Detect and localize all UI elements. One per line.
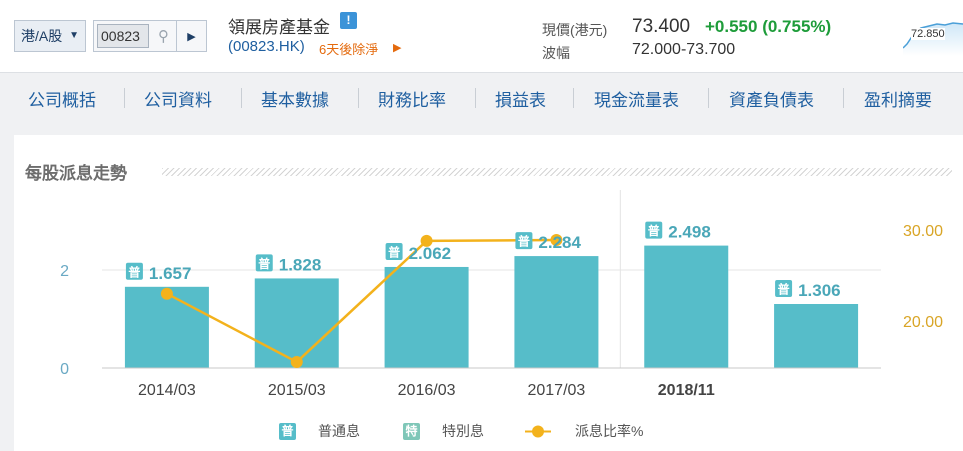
regular-dividend-badge-label: 普 xyxy=(128,264,140,279)
y-right-tick-label: 20.00 xyxy=(903,314,943,331)
nav-item-earnings-summary[interactable]: 盈利摘要 xyxy=(864,86,932,111)
data-label: 2.062 xyxy=(409,244,452,263)
legend-ratio-label: 派息比率% xyxy=(575,423,644,439)
price-value: 73.400 xyxy=(632,16,691,37)
info-icon[interactable]: ! xyxy=(340,12,357,29)
y-right-tick-label: 30.00 xyxy=(903,223,943,240)
y-left-tick-label: 0 xyxy=(60,361,69,378)
regular-dividend-badge-label: 普 xyxy=(388,244,400,259)
dividend-chart: 0 2 20.00 30.00 2014/03 2015/03 2016/03 2017/03… xyxy=(60,190,943,399)
legend-regular[interactable]: 普 普通息 xyxy=(279,421,360,441)
legend-regular-label: 普通息 xyxy=(318,423,360,439)
bar xyxy=(254,278,339,368)
range-label: 波幅 xyxy=(542,45,570,61)
go-button[interactable]: ▶ xyxy=(176,21,206,51)
nav-divider xyxy=(358,88,359,108)
nav-item-balance-sheet[interactable]: 資產負債表 xyxy=(729,86,814,111)
legend-special[interactable]: 特 特別息 xyxy=(403,421,484,441)
bar xyxy=(774,304,859,368)
stock-symbol: (00823.HK) xyxy=(228,38,305,55)
stock-search-box: ⚲ ▶ xyxy=(93,20,207,52)
ratio-point xyxy=(160,287,173,300)
legend-special-label: 特別息 xyxy=(442,423,484,439)
regular-dividend-badge-label: 普 xyxy=(648,223,660,238)
x-tick-label: 2015/03 xyxy=(268,382,326,399)
bar xyxy=(384,266,469,368)
nav-item-company-info[interactable]: 公司資料 xyxy=(144,86,212,111)
mini-chart-label: 72.850 xyxy=(911,28,945,40)
line-marker-icon xyxy=(525,425,551,437)
special-dividend-badge: 特 xyxy=(403,422,420,440)
ratio-point xyxy=(290,355,303,368)
nav-divider xyxy=(241,88,242,108)
nav-item-company-overview[interactable]: 公司概括 xyxy=(28,86,96,111)
section-nav: 公司概括 公司資料 基本數據 財務比率 損益表 現金流量表 資產負債表 盈利摘要 xyxy=(0,72,963,122)
x-tick-label: 2016/03 xyxy=(398,382,456,399)
bar xyxy=(514,256,599,368)
market-select[interactable]: 港/A股 ▼ xyxy=(14,20,86,52)
nav-divider xyxy=(475,88,476,108)
x-tick-label: 2017/03 xyxy=(527,382,585,399)
market-select-value: 港/A股 xyxy=(21,28,63,44)
data-label: 2.498 xyxy=(668,223,711,242)
nav-divider xyxy=(708,88,709,108)
play-icon: ▶ xyxy=(187,30,196,43)
regular-dividend-badge-label: 普 xyxy=(518,234,530,249)
data-label: 1.657 xyxy=(149,264,192,283)
chevron-down-icon: ▼ xyxy=(69,30,79,41)
regular-dividend-badge-label: 普 xyxy=(778,282,790,297)
dividend-trend-panel: 每股派息走勢 0 2 20.00 30.00 2014/03 2015/03 2016/03… xyxy=(14,135,963,451)
nav-divider xyxy=(124,88,125,108)
arrow-right-icon[interactable]: ▶ xyxy=(393,41,401,54)
x-tick-label: 2018/11 xyxy=(658,382,715,399)
quote-header: 港/A股 ▼ ⚲ ▶ 領展房產基金 ! (00823.HK) 6天後除淨 ▶ 現… xyxy=(0,0,963,72)
x-tick-label: 2014/03 xyxy=(138,382,196,399)
regular-dividend-badge-label: 普 xyxy=(258,256,270,271)
y-left-tick-label: 2 xyxy=(60,263,69,280)
nav-divider xyxy=(843,88,844,108)
data-label: 2.284 xyxy=(538,233,581,252)
dividend-note-link[interactable]: 6天後除淨 xyxy=(319,39,378,58)
range-value: 72.000-73.700 xyxy=(632,41,736,58)
nav-item-basic-data[interactable]: 基本數據 xyxy=(261,86,329,111)
data-label: 1.828 xyxy=(279,255,322,274)
legend-ratio[interactable]: 派息比率% xyxy=(525,421,643,441)
nav-divider xyxy=(573,88,574,108)
regular-dividend-badge: 普 xyxy=(279,422,296,440)
search-icon[interactable]: ⚲ xyxy=(158,27,169,45)
stock-code-input[interactable] xyxy=(97,24,149,48)
ratio-line xyxy=(166,238,557,364)
page: 港/A股 ▼ ⚲ ▶ 領展房產基金 ! (00823.HK) 6天後除淨 ▶ 現… xyxy=(0,0,963,451)
nav-item-financial-ratios[interactable]: 財務比率 xyxy=(378,86,446,111)
bar xyxy=(644,245,729,368)
nav-item-income-statement[interactable]: 損益表 xyxy=(495,86,546,111)
price-label: 現價(港元) xyxy=(542,22,608,38)
stock-name: 領展房產基金 xyxy=(228,18,330,37)
nav-item-cash-flow[interactable]: 現金流量表 xyxy=(594,86,679,111)
data-label: 1.306 xyxy=(798,281,841,300)
price-change: +0.550 (0.755%) xyxy=(705,17,832,36)
